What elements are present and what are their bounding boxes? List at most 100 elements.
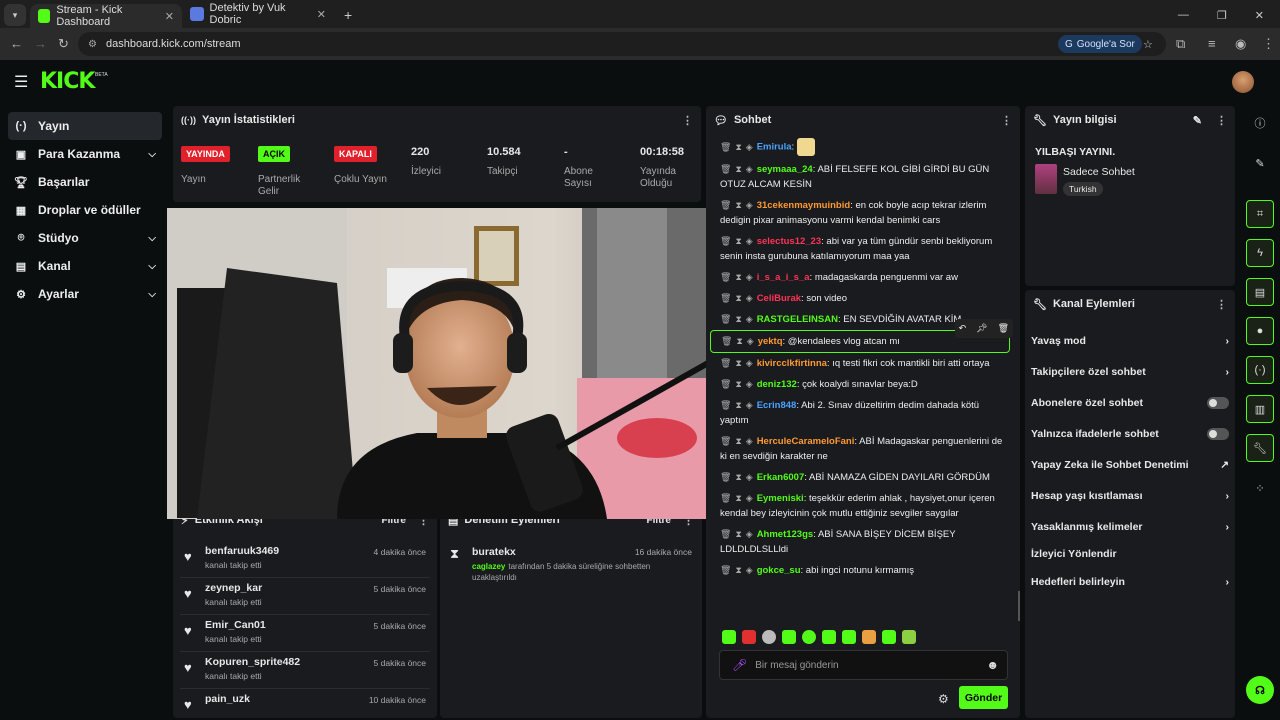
sidebar-item-para-kazanma[interactable]: ▣ Para Kazanma ⌵ bbox=[8, 140, 162, 168]
action-account-age[interactable]: Hesap yaşı kısıtlaması › bbox=[1025, 480, 1235, 511]
emote-icon[interactable] bbox=[782, 630, 796, 644]
timeout-icon[interactable]: ⧗ bbox=[735, 379, 741, 389]
timeout-icon[interactable]: ⧗ bbox=[735, 565, 741, 575]
action-followers-only[interactable]: Takipçilere özel sohbet › bbox=[1025, 356, 1235, 387]
timeout-icon[interactable]: ⧗ bbox=[735, 529, 741, 539]
chat-settings-icon[interactable]: ⚙ bbox=[938, 692, 949, 706]
more-options-icon[interactable]: ⋮ bbox=[1216, 114, 1227, 127]
emote-icon[interactable] bbox=[822, 630, 836, 644]
emote-icon[interactable] bbox=[882, 630, 896, 644]
edit-icon[interactable]: ✎ bbox=[1193, 114, 1202, 127]
emote-icon[interactable] bbox=[742, 630, 756, 644]
support-icon[interactable]: ☊ bbox=[1246, 676, 1274, 704]
timeout-icon[interactable]: ⧗ bbox=[735, 472, 741, 482]
delete-icon[interactable]: 🗑︎ bbox=[720, 272, 731, 282]
delete-icon[interactable]: 🗑︎ bbox=[720, 529, 731, 539]
delete-icon[interactable]: 🗑︎ bbox=[720, 472, 731, 482]
delete-icon[interactable]: 🗑︎ bbox=[720, 142, 731, 152]
extensions-icon[interactable]: ⧉ bbox=[1176, 36, 1185, 52]
timeout-icon[interactable]: ⧗ bbox=[735, 200, 741, 210]
delete-icon[interactable]: 🗑︎ bbox=[720, 400, 731, 410]
lightning-icon[interactable]: ϟ bbox=[1246, 239, 1274, 267]
sidebar-item-studyo[interactable]: ⌾ Stüdyo ⌵ bbox=[8, 224, 162, 252]
action-ai-moderation[interactable]: Yapay Zeka ile Sohbet Denetimi ↗ bbox=[1025, 449, 1235, 480]
delete-icon[interactable]: 🗑︎ bbox=[720, 379, 731, 389]
delete-icon[interactable]: 🗑︎ bbox=[721, 336, 732, 346]
timeout-icon[interactable]: ⧗ bbox=[735, 142, 741, 152]
microphone-icon[interactable]: 🎤︎ bbox=[732, 658, 747, 672]
kick-logo[interactable]: KICK bbox=[40, 69, 95, 94]
new-tab-icon[interactable]: + bbox=[344, 7, 352, 23]
media-icon[interactable]: ≡ bbox=[1208, 36, 1216, 51]
browser-tab-detektiv[interactable]: Detektiv by Vuk Dobric ✕ bbox=[182, 2, 334, 26]
subscribers-only-toggle[interactable] bbox=[1207, 396, 1229, 409]
delete-icon[interactable]: 🗑︎ bbox=[720, 293, 731, 303]
forward-icon[interactable]: → bbox=[34, 36, 47, 51]
browser-menu-icon[interactable]: ⋮ bbox=[1262, 36, 1275, 52]
timeout-icon[interactable]: ⧗ bbox=[735, 493, 741, 503]
emote-icon[interactable] bbox=[722, 630, 736, 644]
url-field[interactable]: ⚙ dashboard.kick.com/stream G Google'a So… bbox=[78, 32, 1166, 56]
close-tab-icon[interactable]: ✕ bbox=[317, 8, 326, 21]
minimize-icon[interactable]: — bbox=[1178, 9, 1189, 22]
timeout-icon[interactable]: ⧗ bbox=[735, 436, 741, 446]
trash-icon[interactable]: 🗑︎ bbox=[998, 321, 1009, 336]
timeout-icon[interactable]: ⧗ bbox=[735, 164, 741, 174]
delete-icon[interactable]: 🗑︎ bbox=[720, 436, 731, 446]
more-options-icon[interactable]: ⋮ bbox=[1001, 114, 1012, 127]
action-banned-words[interactable]: Yasaklanmış kelimeler › bbox=[1025, 511, 1235, 542]
apps-icon[interactable]: ⁘ bbox=[1246, 474, 1274, 502]
undo-icon[interactable]: ↶ bbox=[959, 321, 967, 336]
action-slow-mode[interactable]: Yavaş mod › bbox=[1025, 325, 1235, 356]
timeout-icon[interactable]: ⧗ bbox=[736, 336, 742, 346]
sidebar-item-ayarlar[interactable]: ⚙ Ayarlar ⌵ bbox=[8, 280, 162, 308]
avatar[interactable] bbox=[1232, 71, 1254, 93]
profile-icon[interactable]: ◉ bbox=[1235, 36, 1246, 52]
chat-bubble-icon[interactable]: ● bbox=[1246, 317, 1274, 345]
sidebar-item-basarilar[interactable]: 🏆︎ Başarılar bbox=[8, 168, 162, 196]
emote-icon[interactable] bbox=[802, 630, 816, 644]
delete-icon[interactable]: 🗑︎ bbox=[720, 164, 731, 174]
emote-icon[interactable] bbox=[842, 630, 856, 644]
delete-icon[interactable]: 🗑︎ bbox=[720, 200, 731, 210]
delete-icon[interactable]: 🗑︎ bbox=[720, 493, 731, 503]
timeout-icon[interactable]: ⧗ bbox=[735, 358, 741, 368]
more-options-icon[interactable]: ⋮ bbox=[682, 114, 693, 127]
timeout-icon[interactable]: ⧗ bbox=[735, 400, 741, 410]
timeout-icon[interactable]: ⧗ bbox=[735, 293, 741, 303]
close-window-icon[interactable]: ✕ bbox=[1255, 9, 1264, 22]
notes-icon[interactable]: ▤ bbox=[1246, 278, 1274, 306]
google-ask-button[interactable]: G Google'a Sor bbox=[1058, 35, 1142, 53]
timeout-icon[interactable]: ⧗ bbox=[735, 314, 741, 324]
pencil-icon[interactable]: ✎ bbox=[1246, 149, 1274, 177]
scrollbar[interactable] bbox=[1018, 591, 1020, 621]
reload-icon[interactable]: ↻ bbox=[58, 36, 69, 52]
timeout-icon[interactable]: ⧗ bbox=[735, 272, 741, 282]
action-goals[interactable]: Hedefleri belirleyin › bbox=[1025, 566, 1235, 597]
tab-menu-icon[interactable]: ▾ bbox=[4, 4, 26, 26]
emoji-icon[interactable]: ☻ bbox=[986, 658, 999, 672]
hamburger-menu-icon[interactable]: ☰ bbox=[14, 72, 28, 92]
sidebar-item-yayin[interactable]: (·) Yayın bbox=[8, 112, 162, 140]
sidebar-item-kanal[interactable]: ▤ Kanal ⌵ bbox=[8, 252, 162, 280]
delete-icon[interactable]: 🗑︎ bbox=[720, 358, 731, 368]
delete-icon[interactable]: 🗑︎ bbox=[720, 236, 731, 246]
site-info-icon[interactable]: ⚙ bbox=[88, 39, 97, 50]
pin-icon[interactable]: 📌︎ bbox=[976, 321, 987, 336]
delete-icon[interactable]: 🗑︎ bbox=[720, 565, 731, 575]
chat-message-hovered[interactable]: 🗑︎ ⧗ ◈ yektq: @kendalees vlog atcan mı ↶ 📌︎ 🗑… bbox=[710, 319, 1013, 353]
bookmark-star-icon[interactable]: ☆ bbox=[1143, 38, 1153, 51]
back-icon[interactable]: ← bbox=[10, 36, 23, 51]
category-name[interactable]: Sadece Sohbet bbox=[1063, 166, 1135, 178]
broadcast-icon[interactable]: (·) bbox=[1246, 356, 1274, 384]
emotes-only-toggle[interactable] bbox=[1207, 427, 1229, 440]
maximize-icon[interactable]: ❐ bbox=[1217, 9, 1227, 22]
close-tab-icon[interactable]: ✕ bbox=[165, 10, 174, 23]
capture-icon[interactable]: ⌗ bbox=[1246, 200, 1274, 228]
timeout-icon[interactable]: ⧗ bbox=[735, 236, 741, 246]
delete-icon[interactable]: 🗑︎ bbox=[720, 314, 731, 324]
layout-icon[interactable]: ▥ bbox=[1246, 395, 1274, 423]
action-host[interactable]: İzleyici Yönlendir bbox=[1025, 542, 1235, 566]
emote-icon[interactable] bbox=[862, 630, 876, 644]
emote-icon[interactable] bbox=[762, 630, 776, 644]
